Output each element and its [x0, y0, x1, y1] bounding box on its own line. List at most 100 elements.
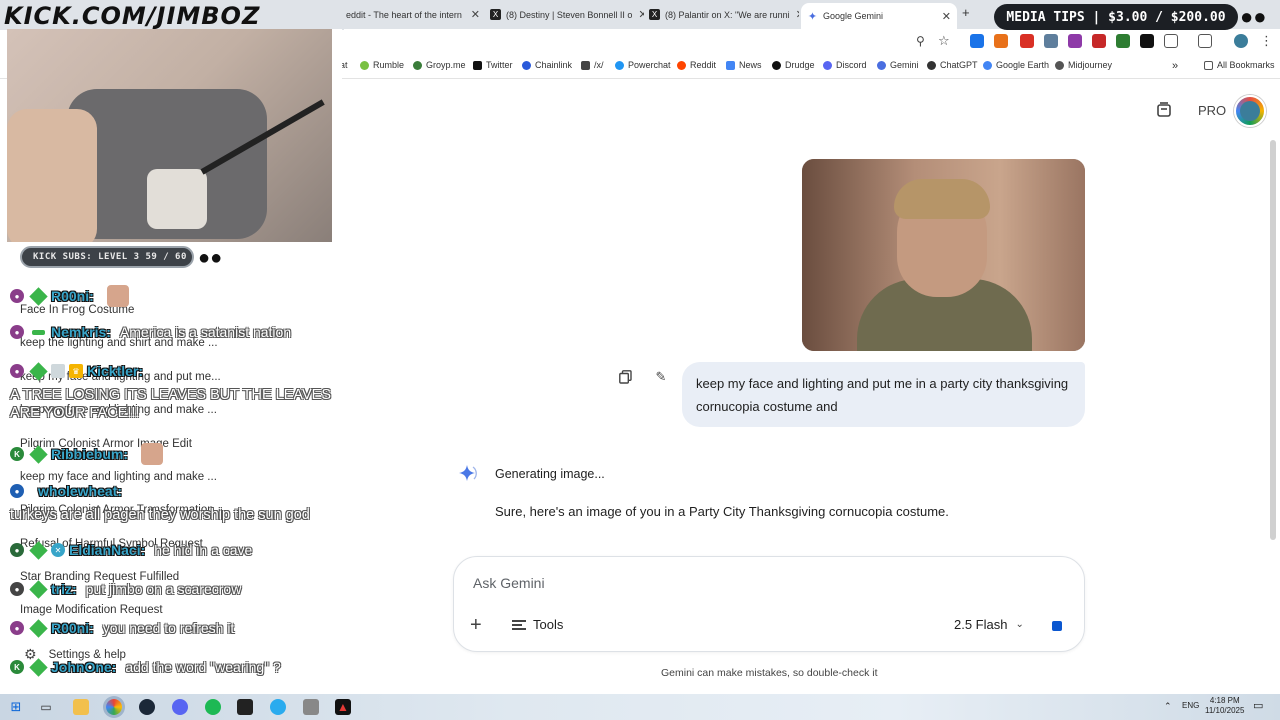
- extension-icon[interactable]: [1068, 34, 1082, 48]
- chrome-icon[interactable]: [106, 699, 122, 715]
- kebab-menu-icon[interactable]: ⋮: [1260, 33, 1273, 49]
- subscriber-badge-icon: ●: [10, 364, 24, 378]
- sidebar-item[interactable]: Image Modification Request: [20, 604, 163, 616]
- x-icon[interactable]: [1140, 34, 1154, 48]
- prompt-input[interactable]: [473, 575, 973, 591]
- bookmark-chatgpt[interactable]: ChatGPT: [927, 60, 978, 70]
- puzzle-icon[interactable]: [1164, 34, 1178, 48]
- chat-message: ● wholewheat:: [10, 483, 131, 499]
- kick-badge-icon: [29, 657, 48, 677]
- edit-icon[interactable]: ✎: [653, 369, 669, 385]
- bookmark-powerchat[interactable]: Powerchat: [615, 60, 671, 70]
- bookmark-drudge[interactable]: Drudge: [772, 60, 815, 70]
- add-attachment-button[interactable]: +: [470, 615, 482, 635]
- crown-icon: ♛: [69, 364, 83, 378]
- app-icon[interactable]: [303, 699, 319, 715]
- page-scrollbar[interactable]: [1270, 140, 1276, 540]
- chat-message: ● R00ni:: [10, 285, 129, 307]
- telegram-icon[interactable]: [270, 699, 286, 715]
- stop-icon: [1052, 621, 1062, 631]
- all-bookmarks[interactable]: All Bookmarks: [1204, 60, 1275, 70]
- bookmark-groyp[interactable]: Groyp.me: [413, 60, 466, 70]
- chat-message: ● R00ni: you need to refresh it: [10, 618, 234, 638]
- uploaded-user-photo[interactable]: [802, 159, 1085, 351]
- chat-username[interactable]: triz:: [51, 581, 77, 597]
- extension-icon[interactable]: [1092, 34, 1106, 48]
- file-explorer-icon[interactable]: [73, 699, 89, 715]
- tray-chevron-icon[interactable]: ⌃: [1164, 701, 1172, 712]
- bookmark-x[interactable]: /x/: [581, 60, 604, 70]
- new-tab-button[interactable]: +: [962, 5, 970, 20]
- close-icon[interactable]: ✕: [465, 8, 480, 21]
- chat-username[interactable]: wholewheat:: [38, 483, 122, 499]
- tab-reddit[interactable]: eddit - The heart of the intern ✕: [340, 4, 486, 25]
- bookmark-chainlink[interactable]: Chainlink: [522, 60, 572, 70]
- chat-username[interactable]: R00ni:: [51, 288, 94, 304]
- gemini-icon: ✦: [807, 10, 818, 23]
- copy-icon[interactable]: [617, 369, 633, 385]
- spotify-icon[interactable]: [205, 699, 221, 715]
- tab-palantir[interactable]: X (8) Palantir on X: "We are runni ✕: [643, 4, 799, 25]
- subscriber-badge-icon: ●: [10, 543, 24, 557]
- bookmark-gemini[interactable]: Gemini: [877, 60, 919, 70]
- generating-status: Generating image...: [495, 467, 605, 481]
- chat-username[interactable]: EldianNaci:: [69, 542, 145, 558]
- close-icon[interactable]: ✕: [936, 10, 951, 23]
- webcam-border: [332, 29, 342, 249]
- kick-app-icon[interactable]: [237, 699, 253, 715]
- disclaimer-text: Gemini can make mistakes, so double-chec…: [661, 667, 878, 679]
- extension-icon[interactable]: [970, 34, 984, 48]
- stop-generation-button[interactable]: [1044, 615, 1070, 637]
- subscriber-badge-icon: ●: [10, 582, 24, 596]
- model-selector[interactable]: 2.5 Flash ⌄: [954, 617, 1024, 632]
- bookmark-rumble[interactable]: Rumble: [360, 60, 404, 70]
- bookmarks-more-icon[interactable]: »: [1172, 60, 1178, 72]
- temporary-chat-icon[interactable]: [1155, 101, 1173, 124]
- tab-label: (8) Palantir on X: "We are runni: [665, 9, 790, 20]
- subscriber-badge-icon: ●: [10, 325, 24, 339]
- sidepanel-icon[interactable]: [1198, 34, 1212, 48]
- pro-badge[interactable]: PRO: [1198, 103, 1226, 118]
- steam-icon[interactable]: [139, 699, 155, 715]
- bookmark-discord[interactable]: Discord: [823, 60, 867, 70]
- bookmark-news[interactable]: News: [726, 60, 762, 70]
- notification-icon[interactable]: ▭: [1253, 699, 1263, 712]
- tab-destiny[interactable]: X (8) Destiny | Steven Bonnell II o ✕: [484, 4, 644, 25]
- clock[interactable]: 4:18 PM 11/10/2025: [1205, 696, 1244, 716]
- media-tips-bar: MEDIA TIPS | $3.00 / $200.00: [994, 4, 1238, 30]
- close-icon[interactable]: ✕: [790, 8, 799, 21]
- metamask-icon[interactable]: [994, 34, 1008, 48]
- bookmark-twitter[interactable]: Twitter: [473, 60, 513, 70]
- extension-icon[interactable]: [1020, 34, 1034, 48]
- grid-icon: [581, 60, 590, 70]
- chainlink-icon: [522, 60, 531, 70]
- bookmark-midjourney[interactable]: Midjourney: [1055, 60, 1112, 70]
- kick-badge-icon: [29, 618, 48, 638]
- chat-username[interactable]: Kicktler:: [87, 363, 143, 379]
- chat-username[interactable]: R00ni:: [51, 620, 94, 636]
- bookmark-star-icon[interactable]: ☆: [938, 33, 950, 49]
- model-label: 2.5 Flash: [954, 617, 1008, 632]
- prompt-composer: + Tools 2.5 Flash ⌄: [453, 556, 1085, 652]
- tools-button[interactable]: Tools: [512, 617, 563, 632]
- x-icon: X: [490, 9, 501, 20]
- bookmark-google-earth[interactable]: Google Earth: [983, 60, 1049, 70]
- discord-icon[interactable]: [172, 699, 188, 715]
- chat-username[interactable]: Ribbiebum:: [51, 446, 128, 462]
- language-indicator[interactable]: ENG: [1182, 701, 1199, 710]
- zoom-icon[interactable]: ⚲: [916, 34, 925, 48]
- extension-icon[interactable]: [1116, 34, 1130, 48]
- profile-icon[interactable]: [1234, 34, 1248, 48]
- windows-start-icon[interactable]: ⊞: [8, 699, 24, 715]
- sidebar-item[interactable]: keep my face and lighting and make ...: [20, 471, 217, 483]
- obs-icon[interactable]: ▲: [335, 699, 351, 715]
- chat-username[interactable]: JohnOne:: [51, 659, 116, 675]
- bookmark-reddit[interactable]: Reddit: [677, 60, 716, 70]
- emote-icon: [141, 443, 163, 465]
- chat-username[interactable]: Nemkris:: [51, 324, 111, 340]
- extension-icon[interactable]: [1044, 34, 1058, 48]
- task-view-icon[interactable]: ▭: [38, 699, 54, 715]
- avatar[interactable]: [1234, 95, 1266, 127]
- tab-gemini[interactable]: ✦ Google Gemini ✕: [801, 3, 957, 29]
- chevron-down-icon: ⌄: [1015, 619, 1024, 630]
